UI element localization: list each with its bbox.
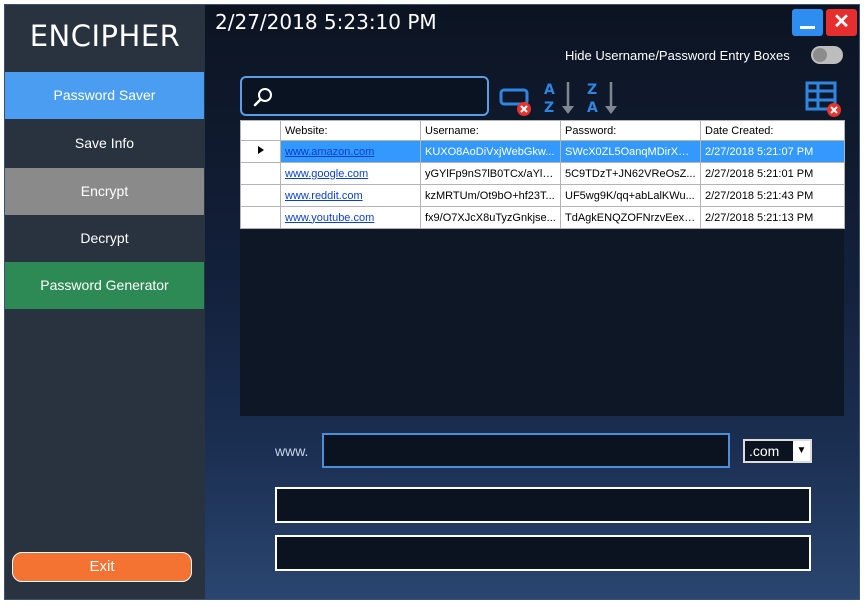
- minimize-button[interactable]: [792, 9, 823, 36]
- minimize-icon: [800, 26, 815, 29]
- sidebar-item-encrypt[interactable]: Encrypt: [5, 168, 204, 215]
- search-box[interactable]: [240, 76, 489, 116]
- table-row[interactable]: www.reddit.com kzMRTUm/Ot9bO+hf23T... UF…: [240, 184, 845, 207]
- hide-entry-boxes-toggle[interactable]: [811, 46, 843, 64]
- row-selector[interactable]: [240, 206, 281, 229]
- table-row[interactable]: www.amazon.com KUXO8AoDiVxjWebGkw... SWc…: [240, 140, 845, 163]
- username-field[interactable]: [275, 487, 811, 523]
- svg-text:Z: Z: [544, 100, 554, 115]
- clear-search-icon[interactable]: [499, 85, 533, 117]
- close-icon: ✕: [833, 11, 850, 33]
- username-cell[interactable]: kzMRTUm/Ot9bO+hf23T...: [420, 184, 561, 207]
- sidebar-item-password-saver[interactable]: Password Saver: [5, 72, 204, 119]
- column-header-username[interactable]: Username:: [420, 120, 561, 141]
- app-title: ENCIPHER: [29, 19, 181, 53]
- domain-selected-value: .com: [749, 443, 780, 459]
- sidebar: ENCIPHER Password Saver Save Info Encryp…: [5, 5, 205, 599]
- table-row[interactable]: www.youtube.com fx9/O7XJcX8uTyzGnkjse...…: [240, 206, 845, 229]
- website-cell[interactable]: www.google.com: [280, 162, 421, 185]
- svg-text:A: A: [544, 82, 555, 98]
- hide-entry-boxes-label: Hide Username/Password Entry Boxes: [565, 48, 790, 63]
- search-icon: [253, 88, 272, 107]
- table-header-row: Website: Username: Password: Date Create…: [240, 120, 845, 141]
- sidebar-item-password-generator[interactable]: Password Generator: [5, 262, 204, 309]
- sort-za-icon[interactable]: Z A: [585, 79, 619, 115]
- search-input[interactable]: [278, 84, 478, 108]
- date-cell[interactable]: 2/27/2018 5:21:13 PM: [700, 206, 845, 229]
- table-row[interactable]: www.google.com yGYlFp9nS7lB0TCx/aYl1... …: [240, 162, 845, 185]
- password-grid: Website: Username: Password: Date Create…: [240, 120, 845, 416]
- password-cell[interactable]: TdAgkENQZOFNrzvEexc...: [560, 206, 701, 229]
- row-header-corner: [240, 120, 281, 141]
- clear-grid-icon[interactable]: [804, 80, 844, 118]
- username-cell[interactable]: fx9/O7XJcX8uTyzGnkjse...: [420, 206, 561, 229]
- exit-button[interactable]: Exit: [12, 552, 192, 582]
- app-window: ENCIPHER Password Saver Save Info Encryp…: [4, 4, 860, 600]
- username-cell[interactable]: yGYlFp9nS7lB0TCx/aYl1...: [420, 162, 561, 185]
- website-cell[interactable]: www.youtube.com: [280, 206, 421, 229]
- domain-dropdown[interactable]: .com ▼: [743, 439, 812, 463]
- close-button[interactable]: ✕: [826, 9, 857, 36]
- www-prefix-label: www.: [275, 443, 309, 459]
- password-cell[interactable]: UF5wg9K/qq+abLalKWu...: [560, 184, 701, 207]
- toggle-knob: [813, 48, 827, 62]
- svg-text:A: A: [587, 100, 598, 115]
- sidebar-item-save-info[interactable]: Save Info: [5, 120, 204, 167]
- datetime-display: 2/27/2018 5:23:10 PM: [215, 10, 437, 34]
- chevron-down-icon: ▼: [793, 441, 810, 461]
- password-table: Website: Username: Password: Date Create…: [240, 120, 845, 229]
- current-row-arrow-icon: [257, 146, 264, 154]
- sort-az-icon[interactable]: A Z: [542, 79, 576, 115]
- date-cell[interactable]: 2/27/2018 5:21:43 PM: [700, 184, 845, 207]
- password-cell[interactable]: 5C9TDzT+JN62VReOsZ...: [560, 162, 701, 185]
- row-selector[interactable]: [240, 140, 281, 163]
- username-cell[interactable]: KUXO8AoDiVxjWebGkw...: [420, 140, 561, 163]
- row-selector[interactable]: [240, 162, 281, 185]
- website-cell[interactable]: www.amazon.com: [280, 140, 421, 163]
- date-cell[interactable]: 2/27/2018 5:21:01 PM: [700, 162, 845, 185]
- svg-text:Z: Z: [587, 82, 597, 98]
- column-header-website[interactable]: Website:: [280, 120, 421, 141]
- sidebar-item-decrypt[interactable]: Decrypt: [5, 215, 204, 262]
- column-header-date-created[interactable]: Date Created:: [700, 120, 845, 141]
- date-cell[interactable]: 2/27/2018 5:21:07 PM: [700, 140, 845, 163]
- password-field[interactable]: [275, 535, 811, 571]
- website-input[interactable]: [322, 433, 730, 468]
- column-header-password[interactable]: Password:: [560, 120, 701, 141]
- row-selector[interactable]: [240, 184, 281, 207]
- website-cell[interactable]: www.reddit.com: [280, 184, 421, 207]
- password-cell[interactable]: SWcX0ZL5OanqMDirXNI...: [560, 140, 701, 163]
